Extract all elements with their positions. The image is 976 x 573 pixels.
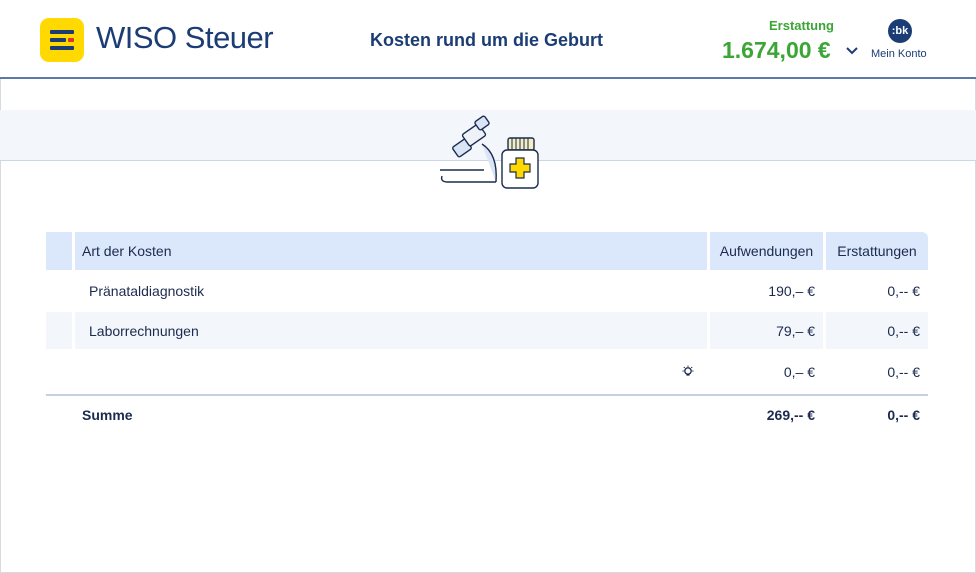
column-header-type: Art der Kosten — [75, 232, 707, 270]
refund-value: 1.674,00 € — [722, 37, 831, 63]
row-2-expenses[interactable]: 79,– € — [710, 312, 823, 349]
sum-label: Summe — [82, 407, 133, 423]
microscope-icon — [440, 115, 497, 183]
refund-toggle-button[interactable] — [843, 42, 861, 60]
header-spacer — [46, 232, 72, 270]
sum-refunds: 0,-- € — [887, 407, 920, 423]
row-1-refunds[interactable]: 0,-- € — [826, 272, 928, 310]
row-2-spacer — [46, 312, 72, 349]
account-avatar[interactable]: :bk — [888, 19, 912, 43]
sum-divider — [46, 394, 928, 396]
logo-text: WISO Steuer — [96, 20, 274, 55]
medicine-bottle-icon — [501, 137, 539, 189]
page-title: Kosten rund um die Geburt — [370, 30, 604, 50]
app-header: WISO Steuer Kosten rund um die Geburt Er… — [0, 0, 976, 79]
column-header-expenses: Aufwendungen — [710, 232, 823, 270]
row-1-expenses[interactable]: 190,– € — [710, 272, 823, 310]
wiso-logo-icon — [40, 18, 84, 62]
refund-label: Erstattung — [769, 18, 834, 33]
row-1-label[interactable]: Pränataldiagnostik — [75, 272, 707, 310]
account-label[interactable]: Mein Konto — [871, 48, 927, 60]
row-3-expenses[interactable]: 0,– € — [710, 353, 823, 391]
row-3-refunds[interactable]: 0,-- € — [826, 353, 928, 391]
chevron-down-icon — [846, 47, 858, 55]
row-3-label[interactable] — [75, 353, 707, 391]
medical-illustration — [440, 115, 539, 189]
row-2-label[interactable]: Laborrechnungen — [75, 312, 707, 349]
row-2-refunds[interactable]: 0,-- € — [826, 312, 928, 349]
column-header-refunds: Erstattungen — [826, 232, 928, 270]
lightbulb-icon[interactable] — [681, 365, 695, 379]
sum-expenses: 269,-- € — [766, 407, 815, 423]
